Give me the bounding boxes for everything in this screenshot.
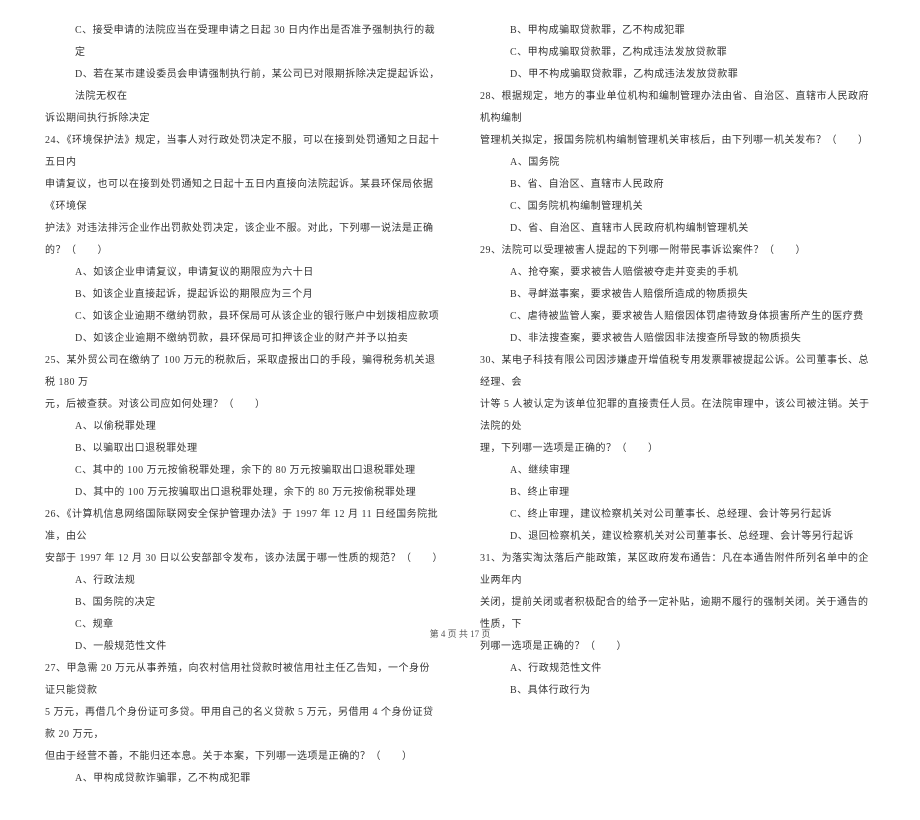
text-line: 计等 5 人被认定为该单位犯罪的直接责任人员。在法院审理中，该公司被注销。关于法… <box>480 394 875 438</box>
text-line: C、甲构成骗取贷款罪，乙构成违法发放贷款罪 <box>480 42 875 64</box>
text-line: A、继续审理 <box>480 460 875 482</box>
text-line: A、以偷税罪处理 <box>45 416 440 438</box>
text-line: 管理机关拟定，报国务院机构编制管理机关审核后，由下列哪一机关发布？（ ） <box>480 130 875 152</box>
text-line: D、若在某市建设委员会申请强制执行前，某公司已对限期拆除决定提起诉讼，法院无权在 <box>45 64 440 108</box>
text-line: D、其中的 100 万元按骗取出口退税罪处理，余下的 80 万元按偷税罪处理 <box>45 482 440 504</box>
text-line: 25、某外贸公司在缴纳了 100 万元的税款后，采取虚报出口的手段，骗得税务机关… <box>45 350 440 394</box>
text-line: B、具体行政行为 <box>480 680 875 702</box>
text-line: 30、某电子科技有限公司因涉嫌虚开增值税专用发票罪被提起公诉。公司董事长、总经理… <box>480 350 875 394</box>
text-line: B、如该企业直接起诉，提起诉讼的期限应为三个月 <box>45 284 440 306</box>
text-line: A、如该企业申请复议，申请复议的期限应为六十日 <box>45 262 440 284</box>
text-line: C、终止审理，建议检察机关对公司董事长、总经理、会计等另行起诉 <box>480 504 875 526</box>
page-footer: 第 4 页 共 17 页 <box>0 627 920 640</box>
text-line: 27、甲急需 20 万元从事养殖，向农村信用社贷款时被信用社主任乙告知，一个身份… <box>45 658 440 702</box>
right-column: B、甲构成骗取贷款罪，乙不构成犯罪C、甲构成骗取贷款罪，乙构成违法发放贷款罪D、… <box>460 20 890 790</box>
text-line: 28、根据规定，地方的事业单位机构和编制管理办法由省、自治区、直辖市人民政府机构… <box>480 86 875 130</box>
text-line: B、国务院的决定 <box>45 592 440 614</box>
text-line: D、如该企业逾期不缴纳罚款，县环保局可扣押该企业的财产并予以拍卖 <box>45 328 440 350</box>
text-line: 元，后被查获。对该公司应如何处理？（ ） <box>45 394 440 416</box>
text-line: B、以骗取出口退税罪处理 <box>45 438 440 460</box>
text-line: B、省、自治区、直辖市人民政府 <box>480 174 875 196</box>
text-line: A、抢夺案，要求被告人赔偿被夺走并变卖的手机 <box>480 262 875 284</box>
text-line: 诉讼期间执行拆除决定 <box>45 108 440 130</box>
text-line: D、省、自治区、直辖市人民政府机构编制管理机关 <box>480 218 875 240</box>
page-content: C、接受申请的法院应当在受理申请之日起 30 日内作出是否准予强制执行的裁定D、… <box>0 0 920 820</box>
text-line: D、甲不构成骗取贷款罪，乙构成违法发放贷款罪 <box>480 64 875 86</box>
text-line: C、其中的 100 万元按偷税罪处理，余下的 80 万元按骗取出口退税罪处理 <box>45 460 440 482</box>
text-line: 31、为落实淘汰落后产能政策，某区政府发布通告：凡在本通告附件所列名单中的企业两… <box>480 548 875 592</box>
text-line: A、行政法规 <box>45 570 440 592</box>
text-line: 安部于 1997 年 12 月 30 日以公安部部令发布，该办法属于哪一性质的规… <box>45 548 440 570</box>
text-line: B、甲构成骗取贷款罪，乙不构成犯罪 <box>480 20 875 42</box>
text-line: 申请复议，也可以在接到处罚通知之日起十五日内直接向法院起诉。某县环保局依据《环境… <box>45 174 440 218</box>
text-line: A、行政规范性文件 <box>480 658 875 680</box>
text-line: 5 万元，再借几个身份证可多贷。甲用自己的名义贷款 5 万元，另借用 4 个身份… <box>45 702 440 746</box>
text-line: D、非法搜查案，要求被告人赔偿因非法搜查所导致的物质损失 <box>480 328 875 350</box>
text-line: B、寻衅滋事案，要求被告人赔偿所造成的物质损失 <box>480 284 875 306</box>
text-line: 但由于经营不善，不能归还本息。关于本案，下列哪一选项是正确的？（ ） <box>45 746 440 768</box>
text-line: C、虐待被监管人案，要求被告人赔偿因体罚虐待致身体损害所产生的医疗费 <box>480 306 875 328</box>
text-line: 24、《环境保护法》规定，当事人对行政处罚决定不服，可以在接到处罚通知之日起十五… <box>45 130 440 174</box>
text-line: 26、《计算机信息网络国际联网安全保护管理办法》于 1997 年 12 月 11… <box>45 504 440 548</box>
text-line: 29、法院可以受理被害人提起的下列哪一附带民事诉讼案件？（ ） <box>480 240 875 262</box>
left-column: C、接受申请的法院应当在受理申请之日起 30 日内作出是否准予强制执行的裁定D、… <box>30 20 460 790</box>
text-line: C、如该企业逾期不缴纳罚款，县环保局可从该企业的银行账户中划拨相应款项 <box>45 306 440 328</box>
text-line: B、终止审理 <box>480 482 875 504</box>
text-line: 理，下列哪一选项是正确的？（ ） <box>480 438 875 460</box>
text-line: A、甲构成贷款诈骗罪，乙不构成犯罪 <box>45 768 440 790</box>
text-line: C、接受申请的法院应当在受理申请之日起 30 日内作出是否准予强制执行的裁定 <box>45 20 440 64</box>
text-line: C、国务院机构编制管理机关 <box>480 196 875 218</box>
text-line: A、国务院 <box>480 152 875 174</box>
text-line: D、退回检察机关，建议检察机关对公司董事长、总经理、会计等另行起诉 <box>480 526 875 548</box>
text-line: 护法》对违法排污企业作出罚款处罚决定，该企业不服。对此，下列哪一说法是正确的？（… <box>45 218 440 262</box>
